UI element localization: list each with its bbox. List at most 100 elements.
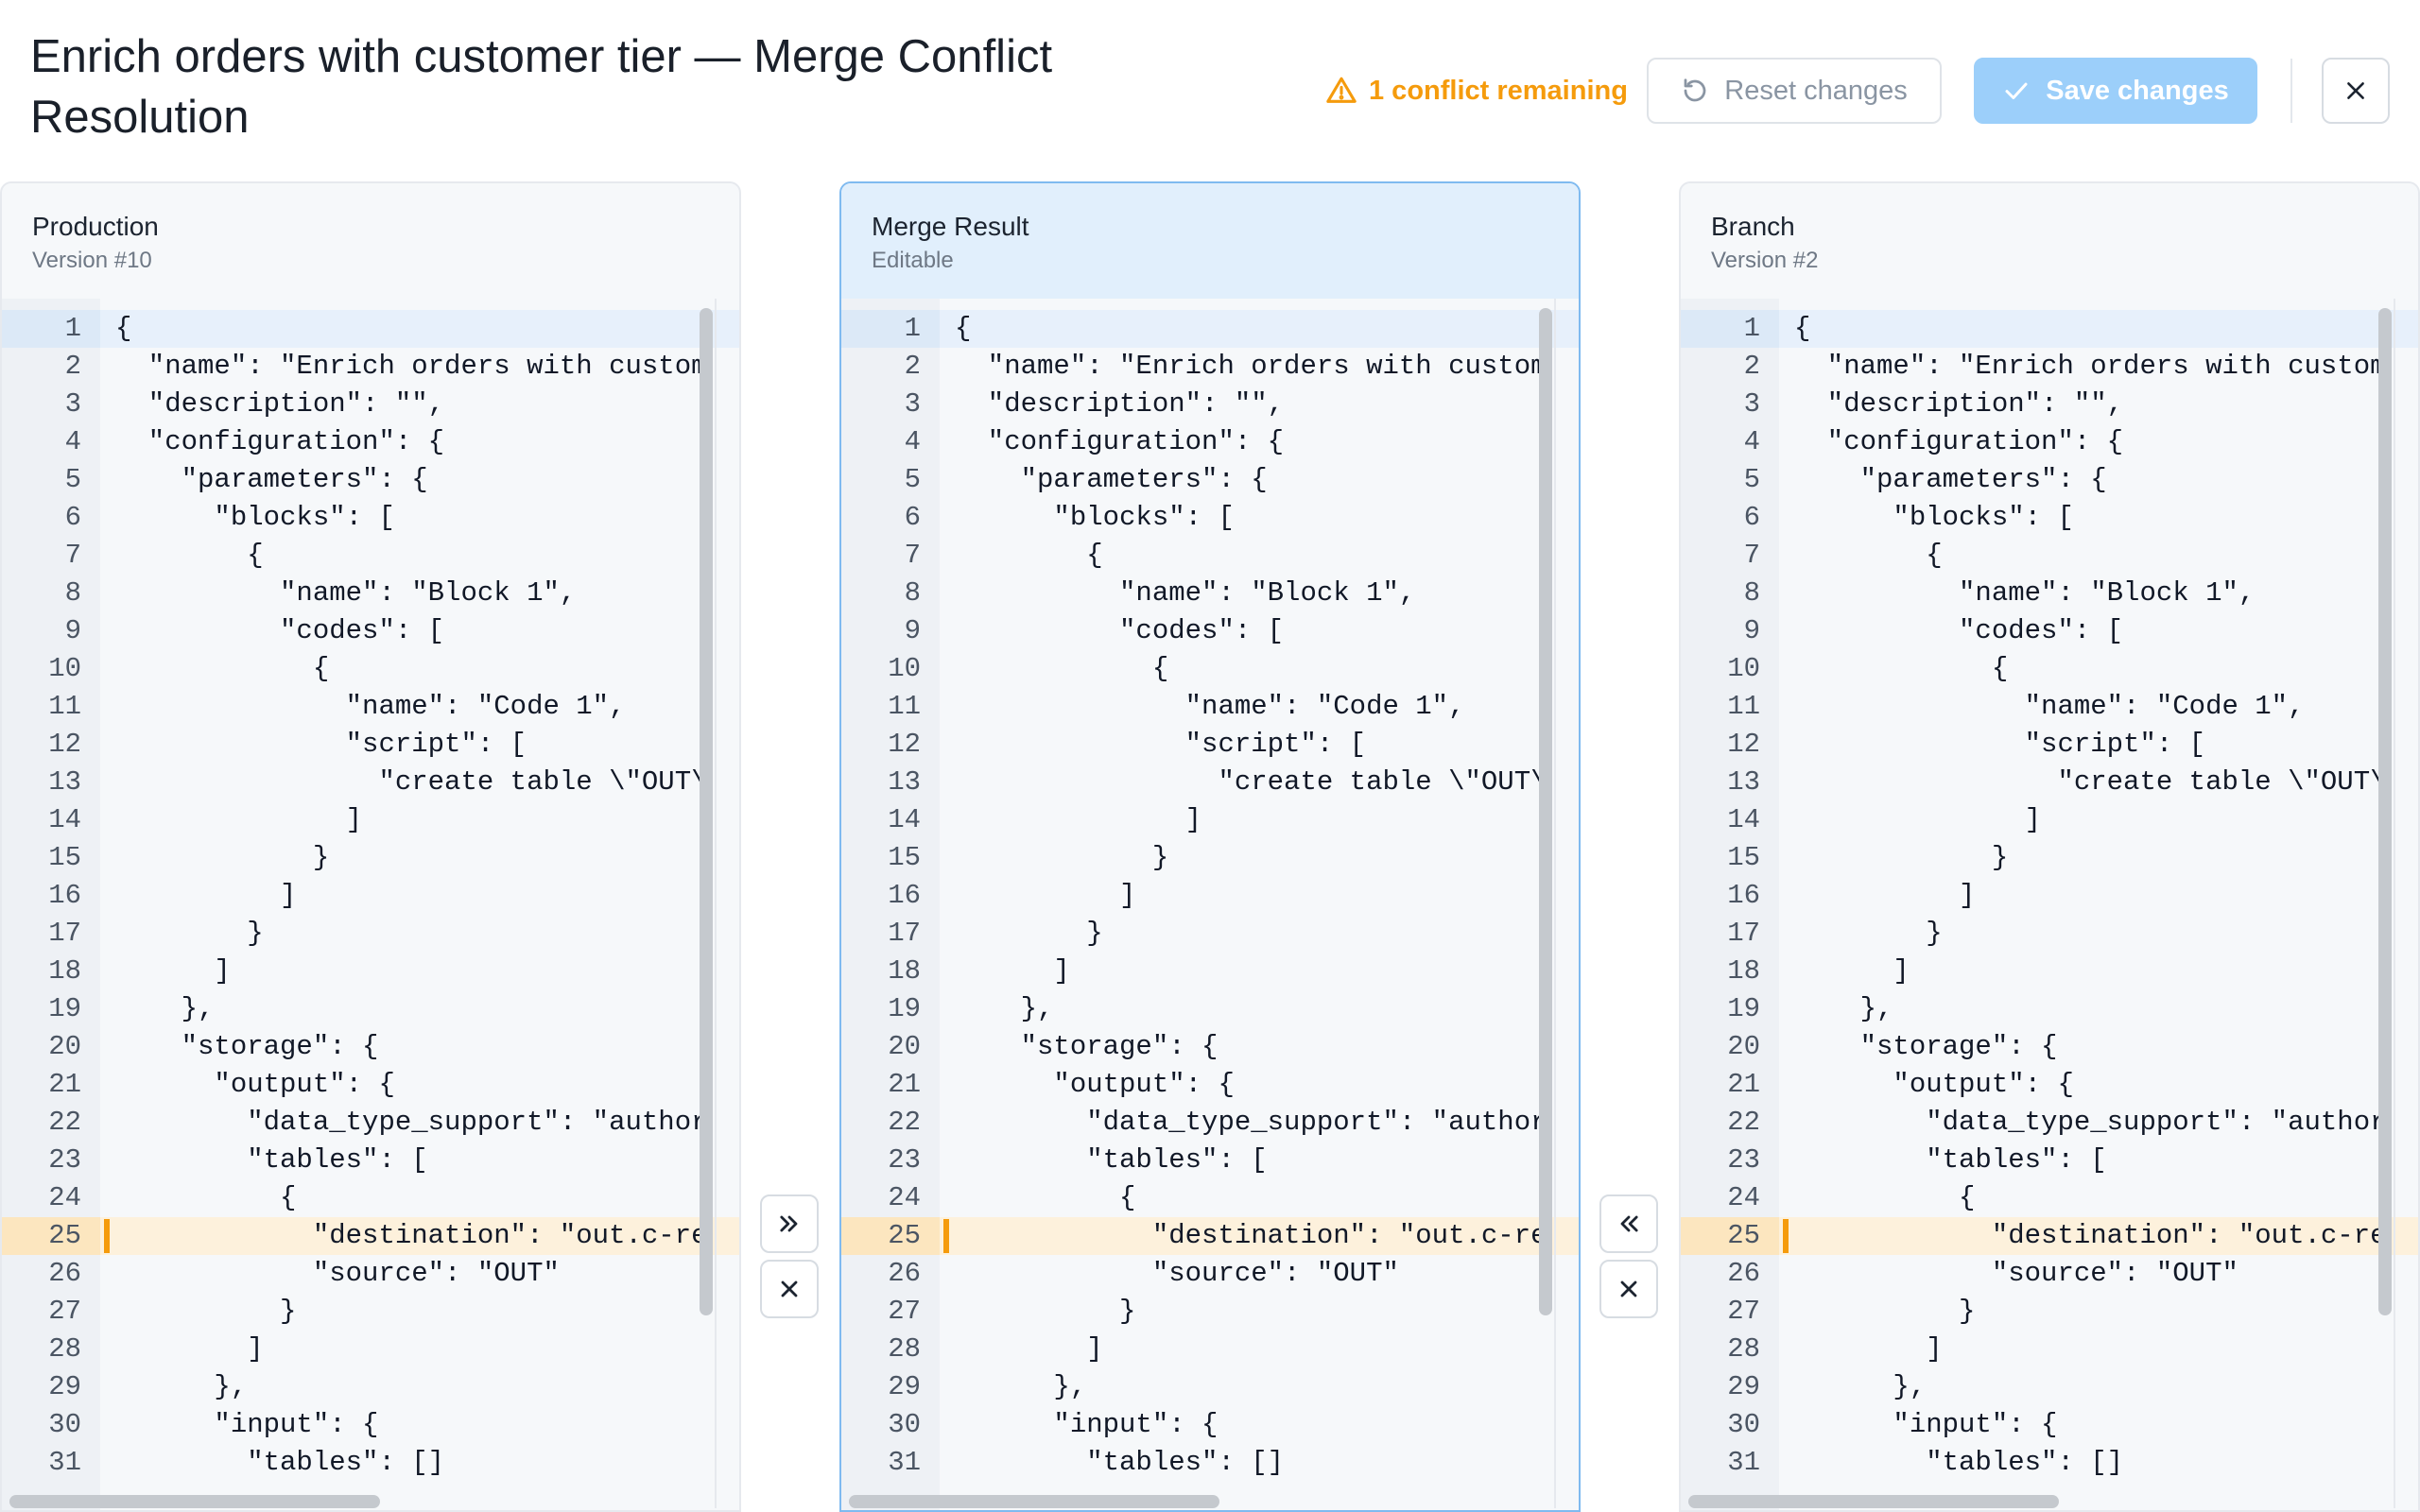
code-line[interactable]: 2 "name": "Enrich orders with customer t… <box>841 348 1579 386</box>
horizontal-scrollbar[interactable] <box>1688 1495 2059 1508</box>
horizontal-scrollbar[interactable] <box>9 1495 380 1508</box>
code-line[interactable]: 9 "codes": [ <box>841 612 1579 650</box>
code-line[interactable]: 1{ <box>1681 310 2418 348</box>
code-line[interactable]: 7 { <box>2 537 739 575</box>
code-line[interactable]: 18 ] <box>841 953 1579 990</box>
code-line[interactable]: 8 "name": "Block 1", <box>841 575 1579 612</box>
code-line[interactable]: 6 "blocks": [ <box>841 499 1579 537</box>
code-line[interactable]: 24 { <box>1681 1179 2418 1217</box>
code-line[interactable]: 24 { <box>841 1179 1579 1217</box>
code-line[interactable]: 9 "codes": [ <box>1681 612 2418 650</box>
code-line[interactable]: 29 }, <box>841 1368 1579 1406</box>
code-line[interactable]: 10 { <box>841 650 1579 688</box>
code-line[interactable]: 13 "create table \"OUT\" <box>1681 764 2418 801</box>
code-line[interactable]: 6 "blocks": [ <box>1681 499 2418 537</box>
code-line[interactable]: 14 ] <box>1681 801 2418 839</box>
save-changes-button[interactable]: Save changes <box>1974 58 2257 124</box>
code-line[interactable]: 10 { <box>2 650 739 688</box>
code-line[interactable]: 26 "source": "OUT" <box>841 1255 1579 1293</box>
code-line[interactable]: 19 }, <box>841 990 1579 1028</box>
conflict-code-line[interactable]: 25 "destination": "out.c-reports", <box>841 1217 1579 1255</box>
code-line[interactable]: 31 "tables": [] <box>1681 1444 2418 1482</box>
code-line[interactable]: 5 "parameters": { <box>841 461 1579 499</box>
code-line[interactable]: 29 }, <box>1681 1368 2418 1406</box>
code-line[interactable]: 7 { <box>1681 537 2418 575</box>
code-line[interactable]: 12 "script": [ <box>1681 726 2418 764</box>
code-line[interactable]: 9 "codes": [ <box>2 612 739 650</box>
close-button[interactable] <box>2322 58 2390 124</box>
vertical-scrollbar[interactable] <box>700 308 713 1315</box>
code-line[interactable]: 17 } <box>2 915 739 953</box>
conflict-code-line[interactable]: 25 "destination": "out.c-reports", <box>1681 1217 2418 1255</box>
code-line[interactable]: 28 ] <box>841 1331 1579 1368</box>
code-line[interactable]: 26 "source": "OUT" <box>1681 1255 2418 1293</box>
code-line[interactable]: 30 "input": { <box>841 1406 1579 1444</box>
code-line[interactable]: 15 } <box>1681 839 2418 877</box>
code-line[interactable]: 23 "tables": [ <box>2 1142 739 1179</box>
code-line[interactable]: 23 "tables": [ <box>841 1142 1579 1179</box>
reject-production-change-button[interactable] <box>760 1260 819 1318</box>
code-line[interactable]: 21 "output": { <box>841 1066 1579 1104</box>
code-line[interactable]: 5 "parameters": { <box>1681 461 2418 499</box>
code-line[interactable]: 13 "create table \"OUT\" <box>2 764 739 801</box>
code-line[interactable]: 16 ] <box>1681 877 2418 915</box>
code-line[interactable]: 16 ] <box>841 877 1579 915</box>
code-line[interactable]: 30 "input": { <box>1681 1406 2418 1444</box>
code-line[interactable]: 31 "tables": [] <box>2 1444 739 1482</box>
branch-code-editor[interactable]: 1{2 "name": "Enrich orders with customer… <box>1681 299 2418 1510</box>
reset-changes-button[interactable]: Reset changes <box>1647 58 1942 124</box>
code-line[interactable]: 23 "tables": [ <box>1681 1142 2418 1179</box>
horizontal-scrollbar[interactable] <box>849 1495 1219 1508</box>
code-line[interactable]: 20 "storage": { <box>2 1028 739 1066</box>
code-line[interactable]: 1{ <box>841 310 1579 348</box>
code-line[interactable]: 27 } <box>1681 1293 2418 1331</box>
code-line[interactable]: 15 } <box>841 839 1579 877</box>
code-line[interactable]: 19 }, <box>1681 990 2418 1028</box>
code-line[interactable]: 2 "name": "Enrich orders with customer t… <box>2 348 739 386</box>
code-line[interactable]: 27 } <box>2 1293 739 1331</box>
vertical-scrollbar[interactable] <box>1539 308 1552 1315</box>
code-line[interactable]: 4 "configuration": { <box>1681 423 2418 461</box>
code-line[interactable]: 31 "tables": [] <box>841 1444 1579 1482</box>
production-code-editor[interactable]: 1{2 "name": "Enrich orders with customer… <box>2 299 739 1510</box>
code-line[interactable]: 24 { <box>2 1179 739 1217</box>
code-line[interactable]: 14 ] <box>2 801 739 839</box>
code-line[interactable]: 21 "output": { <box>2 1066 739 1104</box>
code-line[interactable]: 4 "configuration": { <box>2 423 739 461</box>
accept-production-change-button[interactable] <box>760 1194 819 1253</box>
code-line[interactable]: 26 "source": "OUT" <box>2 1255 739 1293</box>
code-line[interactable]: 15 } <box>2 839 739 877</box>
code-line[interactable]: 6 "blocks": [ <box>2 499 739 537</box>
code-line[interactable]: 4 "configuration": { <box>841 423 1579 461</box>
code-line[interactable]: 22 "data_type_support": "authoritative", <box>1681 1104 2418 1142</box>
accept-branch-change-button[interactable] <box>1599 1194 1658 1253</box>
merge-result-code-editor[interactable]: 1{2 "name": "Enrich orders with customer… <box>841 299 1579 1510</box>
code-line[interactable]: 10 { <box>1681 650 2418 688</box>
code-line[interactable]: 5 "parameters": { <box>2 461 739 499</box>
code-line[interactable]: 29 }, <box>2 1368 739 1406</box>
conflict-code-line[interactable]: 25 "destination": "out.c-reports", <box>2 1217 739 1255</box>
code-line[interactable]: 28 ] <box>2 1331 739 1368</box>
code-line[interactable]: 11 "name": "Code 1", <box>1681 688 2418 726</box>
code-line[interactable]: 28 ] <box>1681 1331 2418 1368</box>
code-line[interactable]: 12 "script": [ <box>841 726 1579 764</box>
code-line[interactable]: 3 "description": "", <box>841 386 1579 423</box>
code-line[interactable]: 3 "description": "", <box>2 386 739 423</box>
code-line[interactable]: 20 "storage": { <box>841 1028 1579 1066</box>
code-line[interactable]: 21 "output": { <box>1681 1066 2418 1104</box>
reject-branch-change-button[interactable] <box>1599 1260 1658 1318</box>
code-line[interactable]: 7 { <box>841 537 1579 575</box>
code-line[interactable]: 8 "name": "Block 1", <box>1681 575 2418 612</box>
code-line[interactable]: 14 ] <box>841 801 1579 839</box>
code-line[interactable]: 16 ] <box>2 877 739 915</box>
code-line[interactable]: 18 ] <box>1681 953 2418 990</box>
code-line[interactable]: 2 "name": "Enrich orders with customer t… <box>1681 348 2418 386</box>
code-line[interactable]: 17 } <box>1681 915 2418 953</box>
code-line[interactable]: 17 } <box>841 915 1579 953</box>
code-line[interactable]: 30 "input": { <box>2 1406 739 1444</box>
code-line[interactable]: 22 "data_type_support": "authoritative", <box>841 1104 1579 1142</box>
code-line[interactable]: 8 "name": "Block 1", <box>2 575 739 612</box>
code-line[interactable]: 22 "data_type_support": "authoritative", <box>2 1104 739 1142</box>
code-line[interactable]: 1{ <box>2 310 739 348</box>
code-line[interactable]: 11 "name": "Code 1", <box>2 688 739 726</box>
